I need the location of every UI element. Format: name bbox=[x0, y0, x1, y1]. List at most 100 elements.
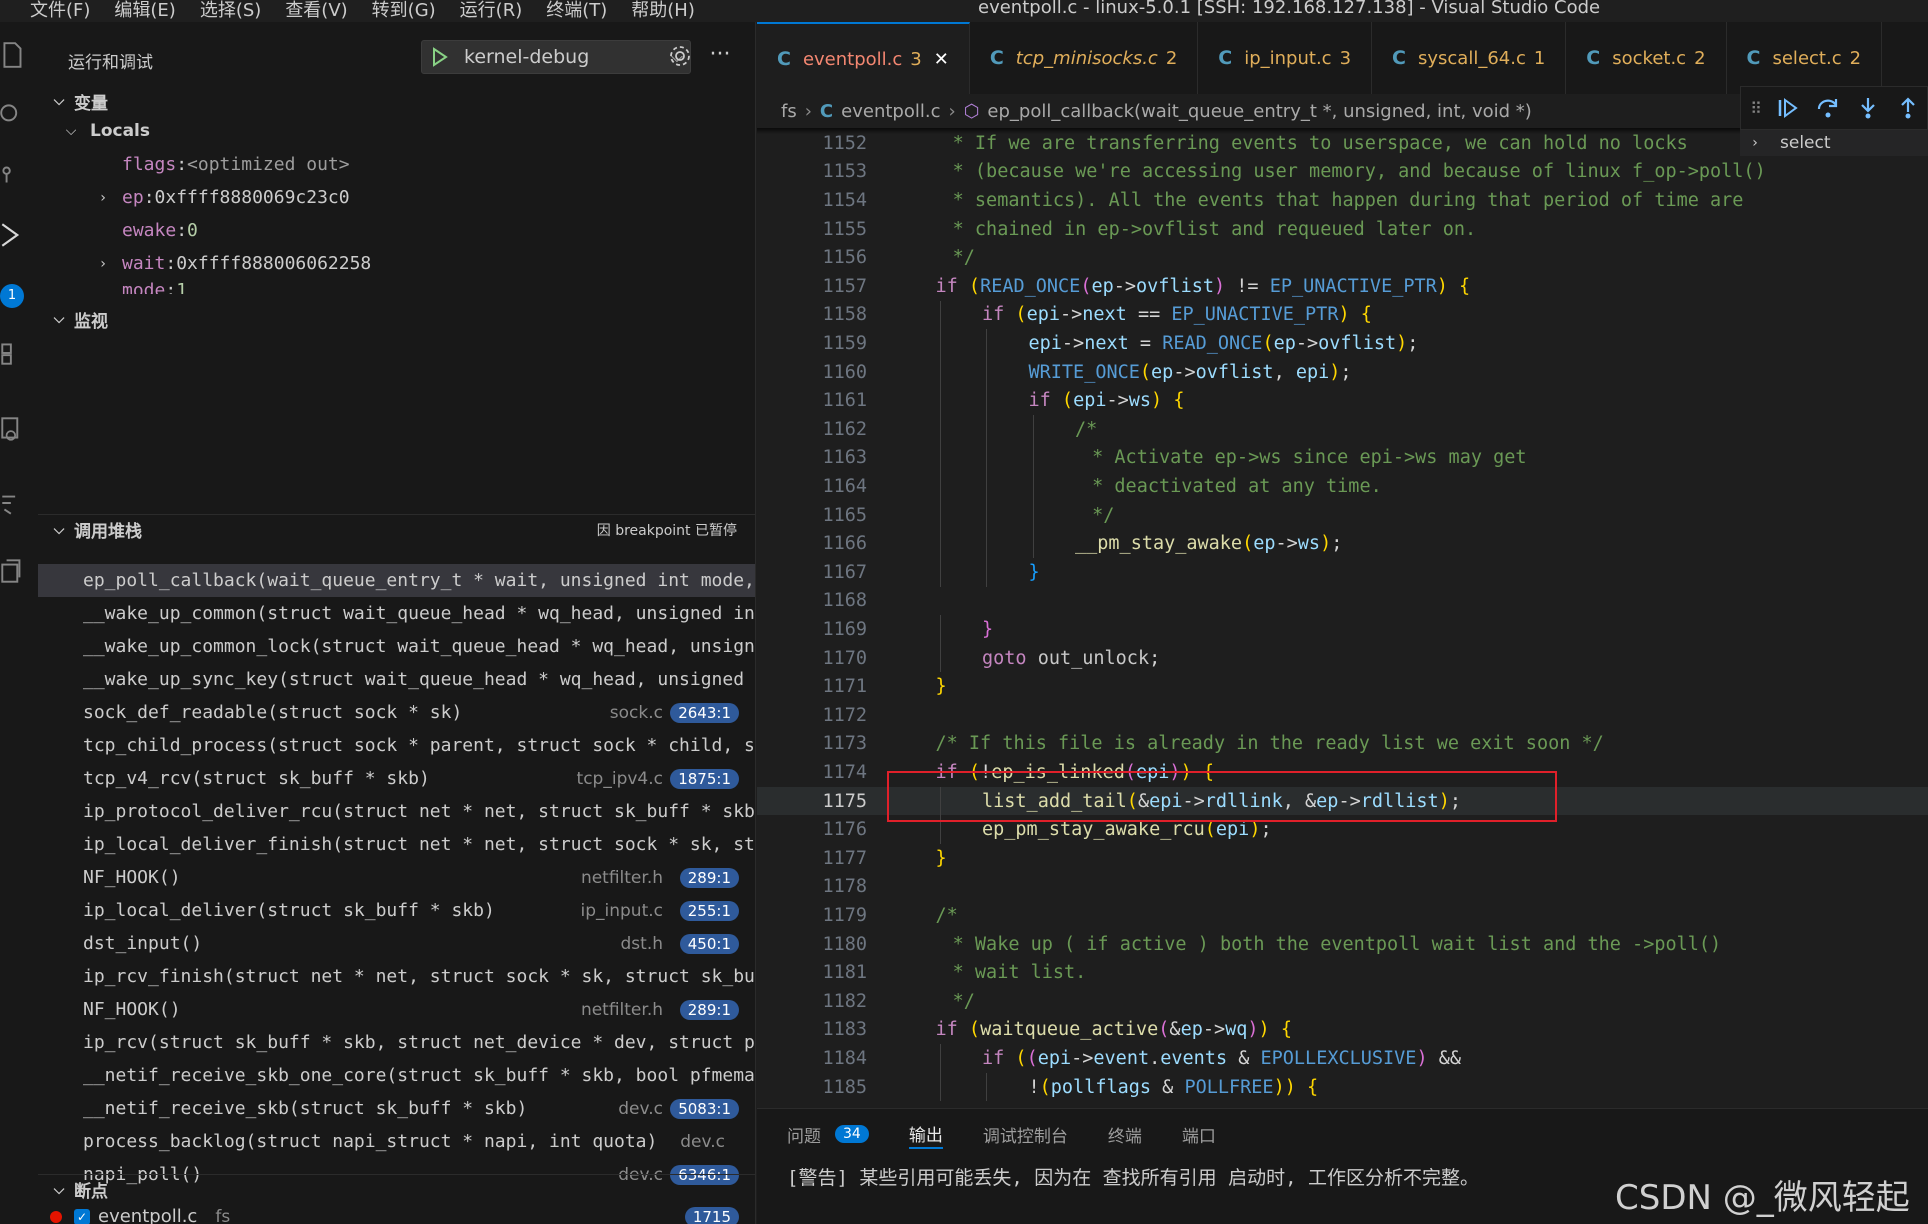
code-line[interactable]: 1179 /* bbox=[757, 901, 1928, 930]
code-line[interactable]: 1165 */ bbox=[757, 500, 1928, 530]
panel-tab[interactable]: 问题 34 bbox=[787, 1119, 869, 1149]
code-line[interactable]: 1180 * Wake up ( if active ) both the ev… bbox=[757, 930, 1928, 959]
breadcrumb-symbol[interactable]: ep_poll_callback(wait_queue_entry_t *, u… bbox=[987, 101, 1531, 122]
continue-icon[interactable] bbox=[1773, 92, 1803, 124]
call-stack-frame[interactable]: ip_rcv(struct sk_buff * skb, struct net_… bbox=[38, 1026, 755, 1059]
more-actions-icon[interactable]: ··· bbox=[706, 44, 734, 72]
editor-tab[interactable]: Ceventpoll.c 3 ✕ bbox=[757, 22, 970, 94]
editor-tab[interactable]: Cselect.c 2 bbox=[1727, 22, 1883, 94]
code-line[interactable]: 1167} bbox=[757, 558, 1928, 587]
call-stack-section-header[interactable]: ⌵ 调用堆栈 因 breakpoint 已暂停 bbox=[38, 514, 755, 544]
call-stack-frame[interactable]: ip_local_deliver_finish(struct net * net… bbox=[38, 828, 755, 861]
code-line[interactable]: 1169} bbox=[757, 615, 1928, 644]
code-line[interactable]: 1171} bbox=[757, 672, 1928, 701]
docs-icon[interactable] bbox=[0, 556, 30, 592]
remote-explorer-icon[interactable] bbox=[0, 414, 30, 450]
panel-tab[interactable]: 端口 bbox=[1182, 1119, 1216, 1149]
code-line[interactable]: 1161 if (epi->ws) { bbox=[757, 386, 1928, 415]
menu-item[interactable]: 编辑(E) bbox=[102, 0, 187, 22]
editor-tab[interactable]: Cip_input.c 3 bbox=[1198, 22, 1373, 94]
call-stack-frame[interactable]: sock_def_readable(struct sock * sk) sock.… bbox=[38, 696, 755, 729]
editor-tab[interactable]: Ctcp_minisocks.c 2 bbox=[970, 22, 1199, 94]
extensions-icon[interactable] bbox=[0, 338, 30, 374]
code-line[interactable]: 1163 * Activate ep->ws since epi->ws may… bbox=[757, 443, 1928, 473]
menu-item[interactable]: 查看(V) bbox=[273, 0, 359, 22]
code-line[interactable]: 1178 bbox=[757, 873, 1928, 902]
code-line[interactable]: 1160 WRITE_ONCE(ep->ovflist, epi); bbox=[757, 357, 1928, 387]
menu-item[interactable]: 转到(G) bbox=[360, 0, 448, 22]
search-icon[interactable] bbox=[0, 100, 30, 136]
sticky-scroll-hint[interactable]: › select bbox=[1740, 130, 1928, 156]
code-line[interactable]: 1154 * semantics). All the events that h… bbox=[757, 186, 1928, 215]
call-stack-frame[interactable]: __wake_up_sync_key(struct wait_queue_hea… bbox=[38, 663, 755, 696]
code-line[interactable]: 1159 epi->next = READ_ONCE(ep->ovflist); bbox=[757, 329, 1928, 358]
call-stack-frame[interactable]: __wake_up_common_lock(struct wait_queue_… bbox=[38, 630, 755, 663]
run-config-select[interactable]: kernel-debug ⌵ bbox=[421, 40, 691, 74]
call-stack-frame[interactable]: __netif_receive_skb_one_core(struct sk_b… bbox=[38, 1059, 755, 1092]
code-line[interactable]: 1182 */ bbox=[757, 987, 1928, 1016]
code-line[interactable]: 1181 * wait list. bbox=[757, 958, 1928, 987]
call-stack-frame[interactable]: dst_input() dst.h 450:1 bbox=[38, 927, 755, 960]
gear-icon[interactable] bbox=[668, 44, 696, 72]
breadcrumb-folder[interactable]: fs bbox=[781, 101, 797, 122]
code-line[interactable]: 1183 if (waitqueue_active(&ep->wq)) { bbox=[757, 1016, 1928, 1045]
call-stack-frame[interactable]: process_backlog(struct napi_struct * nap… bbox=[38, 1125, 755, 1158]
step-out-icon[interactable] bbox=[1893, 92, 1923, 124]
testing-icon[interactable] bbox=[0, 488, 30, 524]
variable-row[interactable]: › wait: 0xffff888006062258 bbox=[38, 247, 755, 280]
code-line[interactable]: 1164 * deactivated at any time. bbox=[757, 472, 1928, 501]
code-line[interactable]: 1172 bbox=[757, 701, 1928, 730]
source-control-icon[interactable] bbox=[0, 160, 30, 196]
variable-row[interactable]: mode: 1 bbox=[38, 280, 755, 294]
panel-tab[interactable]: 输出 bbox=[908, 1119, 943, 1149]
step-over-icon[interactable] bbox=[1813, 92, 1843, 124]
panel-tab[interactable]: 调试控制台 bbox=[983, 1119, 1068, 1149]
code-line[interactable]: 1166 __pm_stay_awake(ep->ws); bbox=[757, 529, 1928, 558]
code-line[interactable]: 1156 */ bbox=[757, 243, 1928, 272]
menu-item[interactable]: 帮助(H) bbox=[619, 0, 707, 22]
code-view[interactable]: 1152 * If we are transferring events to … bbox=[757, 128, 1928, 1108]
menu-item[interactable]: 选择(S) bbox=[188, 0, 273, 22]
breakpoint-item[interactable]: ✓ eventpoll.c fs 1715 bbox=[38, 1200, 755, 1224]
code-line[interactable]: 1168 bbox=[757, 587, 1928, 616]
menu-item[interactable]: 文件(F) bbox=[0, 0, 102, 22]
code-line[interactable]: 1173 /* If this file is already in the re… bbox=[757, 730, 1928, 759]
breadcrumb-file[interactable]: eventpoll.c bbox=[841, 101, 940, 122]
watch-section-header[interactable]: ⌵ 监视 bbox=[38, 304, 755, 334]
call-stack-frame[interactable]: ip_local_deliver(struct sk_buff * skb) ip… bbox=[38, 894, 755, 927]
call-stack-frame[interactable]: __wake_up_common(struct wait_queue_head … bbox=[38, 597, 755, 630]
code-line[interactable]: 1155 * chained in ep->ovflist and requeu… bbox=[757, 215, 1928, 244]
menu-item[interactable]: 终端(T) bbox=[534, 0, 619, 22]
call-stack-frame[interactable]: __netif_receive_skb(struct sk_buff * skb… bbox=[38, 1092, 755, 1125]
files-icon[interactable] bbox=[0, 40, 30, 76]
locals-scope[interactable]: ⌵ Locals bbox=[38, 114, 755, 147]
breakpoint-checkbox[interactable]: ✓ bbox=[74, 1208, 90, 1224]
call-stack-frame[interactable]: NF_HOOK() netfilter.h 289:1 bbox=[38, 861, 755, 894]
code-line[interactable]: 1158 if (epi->next == EP_UNACTIVE_PTR) { bbox=[757, 300, 1928, 330]
code-line[interactable]: 1153 * (because we're accessing user mem… bbox=[757, 158, 1928, 187]
editor-tab[interactable]: Csyscall_64.c 1 bbox=[1372, 22, 1567, 94]
variable-row[interactable]: › ep: 0xffff8880069c23c0 bbox=[38, 181, 755, 214]
call-stack-frame[interactable]: ip_rcv_finish(struct net * net, struct s… bbox=[38, 960, 755, 993]
editor-tab[interactable]: Csocket.c 2 bbox=[1566, 22, 1727, 94]
code-line[interactable]: 1170 goto out_unlock; bbox=[757, 643, 1928, 673]
code-line[interactable]: 1177} bbox=[757, 844, 1928, 873]
menu-item[interactable]: 运行(R) bbox=[448, 0, 535, 22]
drag-handle-icon[interactable]: ⠿ bbox=[1749, 92, 1763, 124]
variable-row[interactable]: flags: <optimized out> bbox=[38, 148, 755, 181]
call-stack-frame[interactable]: ep_poll_callback(wait_queue_entry_t * wa… bbox=[38, 564, 755, 597]
panel-tab[interactable]: 终端 bbox=[1108, 1119, 1142, 1149]
variable-row[interactable]: ewake: 0 bbox=[38, 214, 755, 247]
call-stack-frame[interactable]: NF_HOOK() netfilter.h 289:1 bbox=[38, 993, 755, 1026]
call-stack-frame[interactable]: ip_protocol_deliver_rcu(struct net * net… bbox=[38, 795, 755, 828]
run-debug-icon[interactable] bbox=[0, 220, 30, 256]
variables-section-header[interactable]: ⌵ 变量 bbox=[38, 86, 755, 116]
code-line[interactable]: 1162 /* bbox=[757, 415, 1928, 444]
call-stack-frame[interactable]: tcp_child_process(struct sock * parent, … bbox=[38, 729, 755, 762]
close-icon[interactable]: ✕ bbox=[934, 49, 949, 70]
code-line[interactable]: 1185 !(pollflags & POLLFREE)) { bbox=[757, 1072, 1928, 1102]
call-stack-frame[interactable]: tcp_v4_rcv(struct sk_buff * skb) tcp_ipv4… bbox=[38, 762, 755, 795]
step-into-icon[interactable] bbox=[1853, 92, 1883, 124]
code-line[interactable]: 1184 if ((epi->event.events & EPOLLEXCLUS… bbox=[757, 1044, 1928, 1073]
start-debug-icon[interactable] bbox=[426, 41, 454, 73]
